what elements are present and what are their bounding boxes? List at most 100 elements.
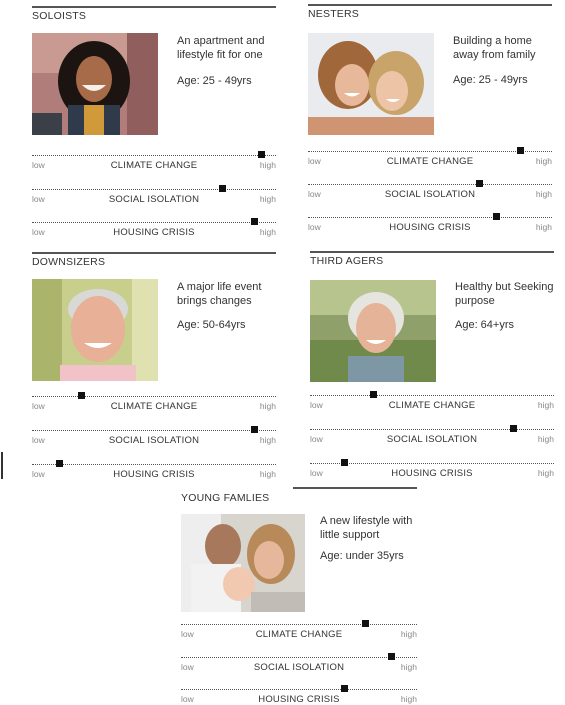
scale-climate-change: low CLIMATE CHANGE high <box>181 620 417 640</box>
section-rule <box>32 6 276 8</box>
scale-marker <box>492 213 500 220</box>
scale-label: SOCIAL ISOLATION <box>108 194 200 205</box>
persona-name: DOWNSIZERS <box>32 256 106 268</box>
persona-description: Building a home away from family <box>453 35 536 61</box>
scale-housing-crisis: low HOUSING CRISIS high <box>32 218 276 238</box>
scale-high-label: high <box>259 435 276 445</box>
scale-track <box>308 184 552 185</box>
scale-housing-crisis: low HOUSING CRISIS high <box>32 460 276 480</box>
scale-label: SOCIAL ISOLATION <box>386 434 478 445</box>
scale-label: CLIMATE CHANGE <box>255 629 343 640</box>
persona-age: Age: 25 - 49yrs <box>177 75 252 87</box>
scale-marker <box>388 653 396 660</box>
scale-marker <box>258 151 266 158</box>
scale-marker <box>77 392 85 399</box>
smiling-young-woman-photo <box>32 33 158 135</box>
persona-third-agers: THIRD AGERS Healthy but Seeking purpose … <box>310 251 554 491</box>
margin-mark <box>1 452 3 479</box>
scale-marker <box>251 218 259 225</box>
scale-high-label: high <box>535 189 552 199</box>
scale-label: CLIMATE CHANGE <box>110 160 198 171</box>
scale-housing-crisis: low HOUSING CRISIS high <box>181 685 417 705</box>
scale-label: CLIMATE CHANGE <box>388 400 476 411</box>
scale-track <box>32 396 276 397</box>
scale-label: HOUSING CRISIS <box>258 694 340 705</box>
scale-track <box>32 222 276 223</box>
section-rule <box>308 4 552 6</box>
scale-social-isolation: low SOCIAL ISOLATION high <box>310 425 554 445</box>
scale-high-label: high <box>537 434 554 444</box>
persona-age: Age: 64+yrs <box>455 319 515 331</box>
persona-name: YOUNG FAMLIES <box>181 492 270 504</box>
scale-label: HOUSING CRISIS <box>389 222 471 233</box>
scale-label: SOCIAL ISOLATION <box>253 662 345 673</box>
scale-marker <box>475 180 483 187</box>
scale-housing-crisis: low HOUSING CRISIS high <box>310 459 554 479</box>
persona-description: A new lifestyle with little support <box>320 515 413 541</box>
scale-climate-change: low CLIMATE CHANGE high <box>310 391 554 411</box>
scale-label: SOCIAL ISOLATION <box>108 435 200 446</box>
persona-age: Age: under 35yrs <box>320 550 404 562</box>
scale-track <box>32 155 276 156</box>
scale-track <box>310 429 554 430</box>
scale-track <box>310 395 554 396</box>
scale-track <box>181 689 417 690</box>
scale-high-label: high <box>400 629 417 639</box>
persona-name: THIRD AGERS <box>310 255 384 267</box>
scale-label: HOUSING CRISIS <box>391 468 473 479</box>
persona-soloists: SOLOISTS An apartment and lifestyle fit … <box>32 6 276 246</box>
scale-track <box>181 657 417 658</box>
two-women-embracing-photo <box>308 33 434 135</box>
scale-high-label: high <box>535 156 552 166</box>
scale-climate-change: low CLIMATE CHANGE high <box>32 151 276 171</box>
scale-social-isolation: low SOCIAL ISOLATION high <box>308 180 552 200</box>
scale-high-label: high <box>537 400 554 410</box>
section-rule <box>310 251 554 253</box>
scale-marker <box>517 147 525 154</box>
scale-high-label: high <box>259 194 276 204</box>
persona-age: Age: 50-64yrs <box>177 319 246 331</box>
scale-label: HOUSING CRISIS <box>113 227 195 238</box>
scale-climate-change: low CLIMATE CHANGE high <box>32 392 276 412</box>
scale-social-isolation: low SOCIAL ISOLATION high <box>181 653 417 673</box>
scale-marker <box>55 460 63 467</box>
scale-marker <box>370 391 378 398</box>
scale-social-isolation: low SOCIAL ISOLATION high <box>32 426 276 446</box>
scale-high-label: high <box>537 468 554 478</box>
scale-marker <box>340 685 348 692</box>
persona-description: A major life event brings changes <box>177 281 262 307</box>
persona-description: An apartment and lifestyle fit for one <box>177 35 265 61</box>
persona-young-families: YOUNG FAMLIES A new lifestyle with littl… <box>181 487 417 705</box>
scale-high-label: high <box>535 222 552 232</box>
persona-name: NESTERS <box>308 8 359 20</box>
scale-marker <box>509 425 517 432</box>
scale-marker <box>251 426 259 433</box>
parents-with-baby-photo <box>181 514 305 612</box>
persona-downsizers: DOWNSIZERS A major life event brings cha… <box>32 252 276 492</box>
scale-marker <box>362 620 370 627</box>
scale-high-label: high <box>259 469 276 479</box>
scale-high-label: high <box>400 662 417 672</box>
scale-track <box>308 217 552 218</box>
smiling-older-man-photo <box>32 279 158 381</box>
scale-housing-crisis: low HOUSING CRISIS high <box>308 213 552 233</box>
scale-climate-change: low CLIMATE CHANGE high <box>308 147 552 167</box>
scale-high-label: high <box>259 401 276 411</box>
scale-track <box>32 464 276 465</box>
scale-label: CLIMATE CHANGE <box>386 156 474 167</box>
scale-marker <box>219 185 227 192</box>
section-rule <box>293 487 417 489</box>
persona-name: SOLOISTS <box>32 10 87 22</box>
persona-nesters: NESTERS Building a home away from family… <box>308 4 552 244</box>
scale-label: HOUSING CRISIS <box>113 469 195 480</box>
persona-description: Healthy but Seeking purpose <box>455 281 554 307</box>
scale-marker <box>341 459 349 466</box>
scale-track <box>32 189 276 190</box>
scale-high-label: high <box>259 160 276 170</box>
scale-social-isolation: low SOCIAL ISOLATION high <box>32 185 276 205</box>
scale-label: CLIMATE CHANGE <box>110 401 198 412</box>
section-rule <box>32 252 276 254</box>
scale-high-label: high <box>259 227 276 237</box>
persona-age: Age: 25 - 49yrs <box>453 74 528 86</box>
scale-track <box>308 151 552 152</box>
